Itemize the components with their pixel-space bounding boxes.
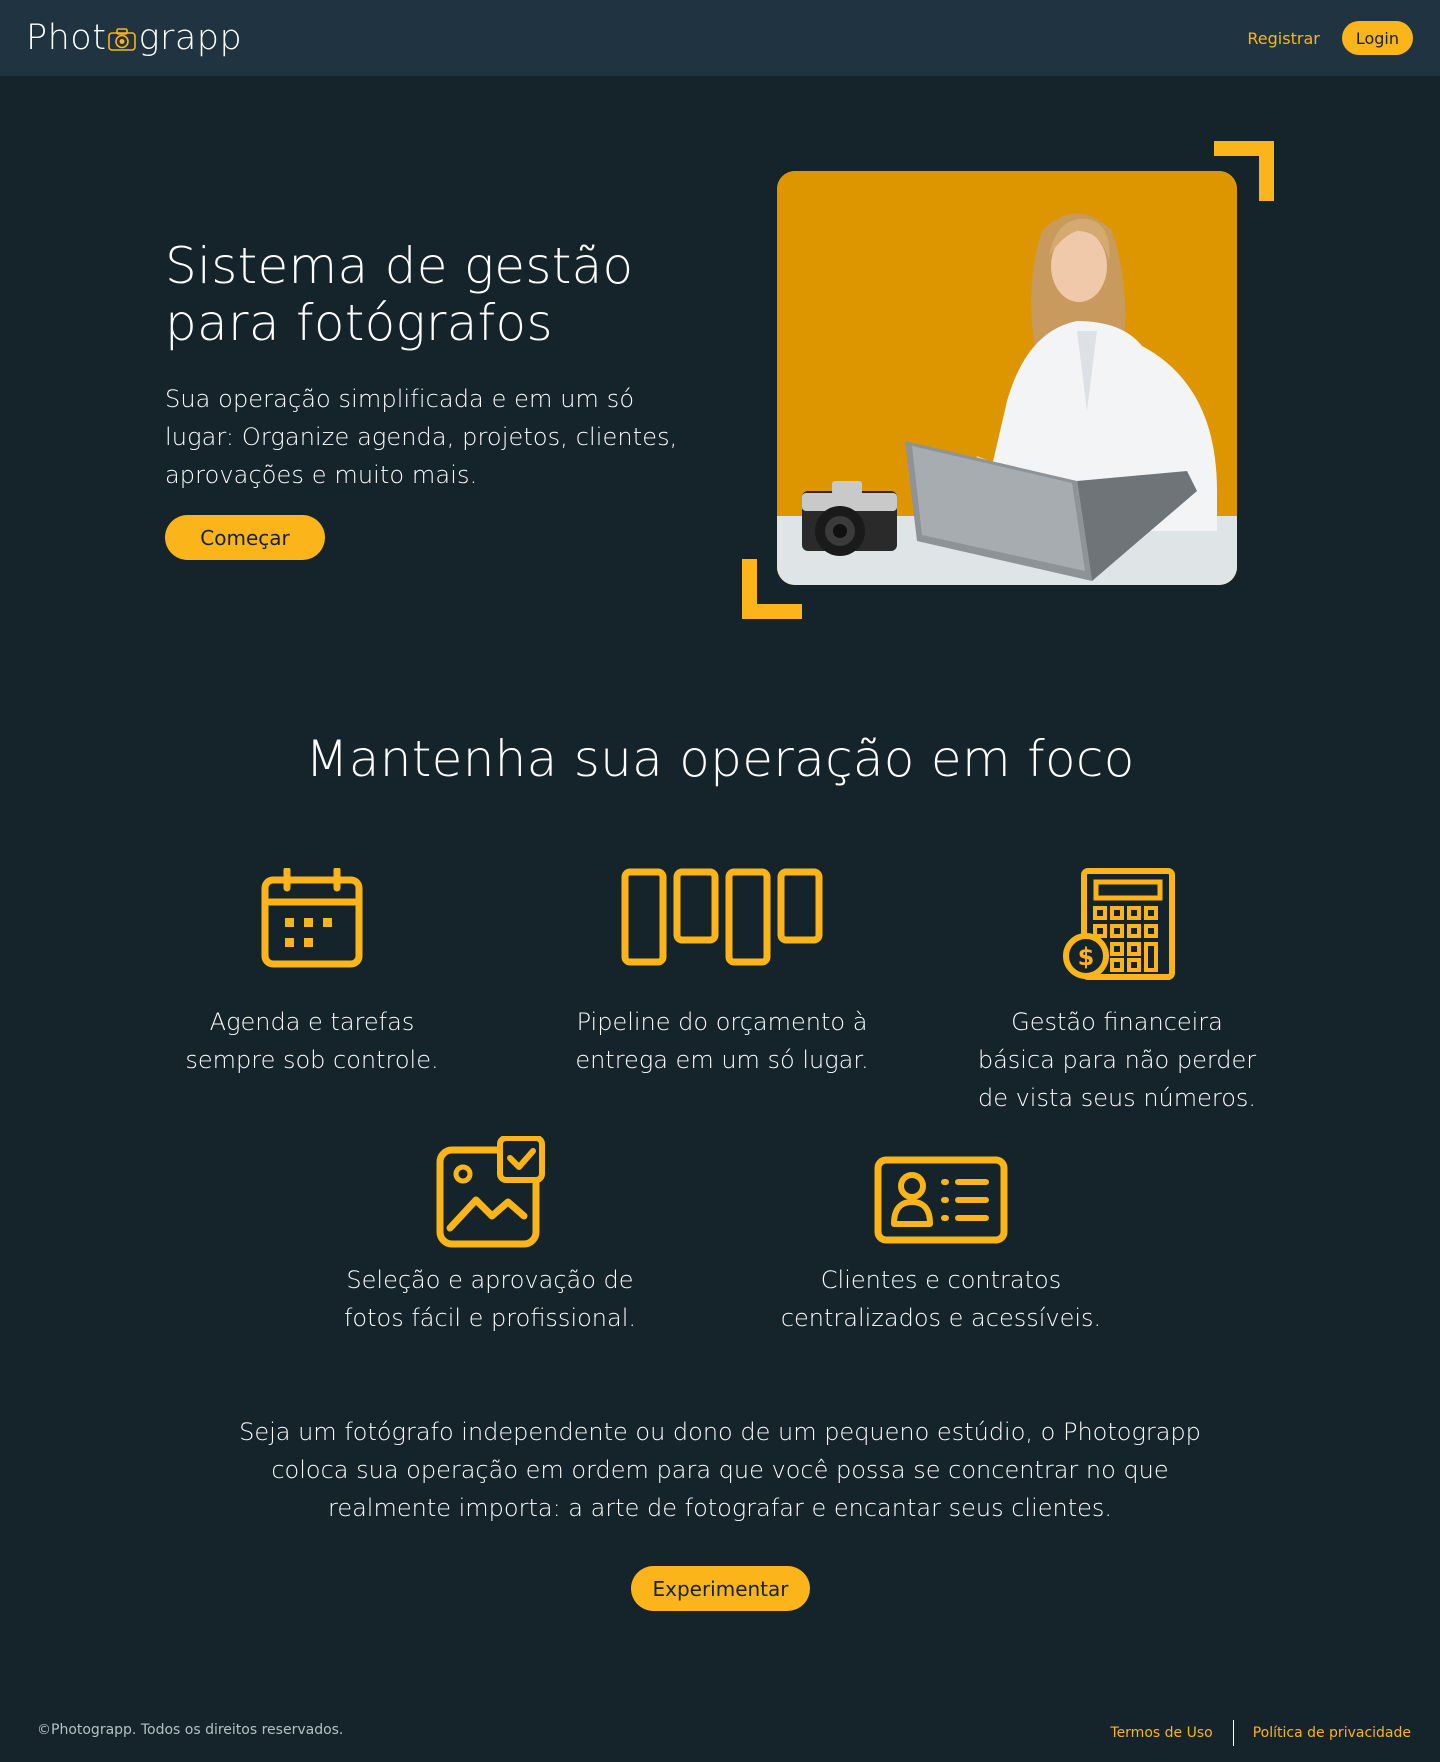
hero-photo	[777, 171, 1237, 585]
feature-text-financeiro: Gestão financeira básica para não perder…	[977, 1008, 1257, 1112]
photo-approval-icon	[436, 1136, 545, 1248]
hero-subtitle: Sua operação simplificada e em um só lug…	[165, 385, 678, 489]
feature-text-pipeline: Pipeline do orçamento à entrega em um só…	[575, 1008, 869, 1074]
start-button[interactable]: Começar	[165, 515, 325, 560]
logo-text-end: grapp	[138, 17, 243, 58]
pipeline-icon	[621, 868, 823, 966]
header-actions: Registrar Login	[1247, 21, 1413, 55]
footer-divider	[1232, 1720, 1234, 1746]
closing-paragraph: Seja um fotógrafo independente ou dono d…	[239, 1418, 1201, 1522]
register-link[interactable]: Registrar	[1247, 29, 1319, 48]
footer-links: Termos de Uso Política de privacidade	[1110, 1720, 1411, 1746]
svg-text:$: $	[1078, 943, 1095, 971]
camera-logo-icon	[108, 28, 137, 51]
features-title: Mantenha sua operação em foco	[305, 730, 1135, 788]
try-button[interactable]: Experimentar	[631, 1566, 810, 1611]
copyright-text: ©Photograpp. Todos os direitos reservado…	[37, 1722, 344, 1738]
feature-text-agenda: Agenda e tarefas sempre sob controle.	[185, 1008, 439, 1074]
contact-card-icon	[874, 1156, 1008, 1244]
privacy-link[interactable]: Política de privacidade	[1253, 1725, 1411, 1741]
login-button[interactable]: Login	[1341, 21, 1413, 55]
photographer-illustration	[777, 171, 1237, 585]
calendar-icon	[261, 868, 363, 968]
calculator-icon: $	[1063, 868, 1175, 980]
hero-title: Sistema de gestão para fotógrafos	[165, 237, 634, 352]
feature-text-clientes: Clientes e contratos centralizados e ace…	[780, 1266, 1102, 1332]
feature-text-aprovacao: Seleção e aprovação de fotos fácil e pro…	[343, 1266, 637, 1332]
terms-link[interactable]: Termos de Uso	[1110, 1725, 1212, 1741]
logo[interactable]: Phot grapp	[26, 17, 243, 58]
logo-text-start: Phot	[26, 17, 107, 58]
top-navbar: Phot grapp Registrar Login	[0, 0, 1440, 76]
